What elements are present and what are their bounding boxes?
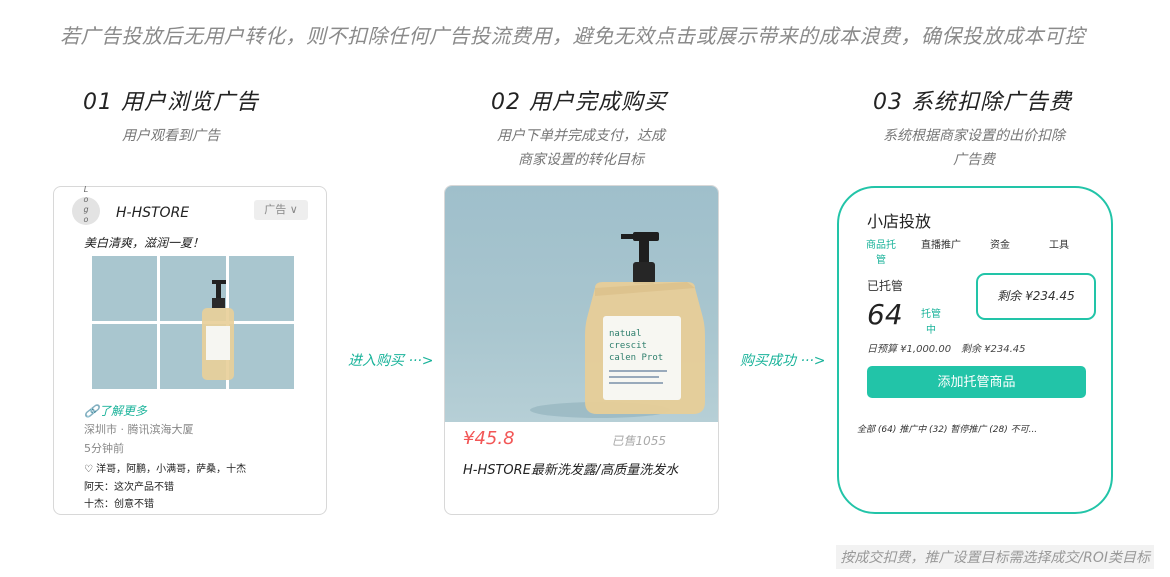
remaining-balance-box: 剩余 ¥234.45 (976, 273, 1096, 320)
tab-funds[interactable]: 资金 (990, 238, 1010, 253)
logo-text: Logo (83, 185, 89, 224)
grid-image-cell (92, 324, 158, 389)
bottle-label-line: natual (609, 329, 642, 339)
shop-title: 小店投放 (867, 212, 932, 231)
managed-status: 托管中 (921, 309, 941, 336)
step-1-subtitle-line: 用户观看到广告 (122, 128, 220, 144)
learn-more-link[interactable]: 🔗了解更多 (84, 402, 147, 419)
product-price: ¥45.8 (463, 428, 515, 449)
product-photo: natual crescit calen Prot (445, 186, 718, 422)
product-name[interactable]: H-HSTORE最新洗发露/高质量洗发水 (463, 459, 678, 478)
grid-image-cell (228, 324, 294, 389)
step-2-title: 02 用户完成购买 (491, 90, 667, 115)
ad-image-grid[interactable] (92, 256, 294, 389)
bottle-label-line: crescit (609, 341, 647, 351)
remaining-balance: 剩余 ¥234.45 (961, 344, 1026, 355)
shampoo-bottle-image: natual crescit calen Prot (530, 232, 705, 418)
bottle-label-line: calen Prot (609, 353, 663, 363)
step-3-subtitle: 系统根据商家设置的出价扣除 广告费 (856, 124, 1092, 172)
ad-likes: ♡ 洋哥，阿鹏，小满哥，萨桑，十杰 (84, 464, 247, 475)
shop-dashboard-card: 小店投放 商品托管 直播推广 资金 工具 已托管 64 托管中 剩余 ¥234.… (837, 186, 1113, 514)
learn-more-label: 了解更多 (98, 404, 147, 418)
step-3-subtitle-line-1: 系统根据商家设置的出价扣除 (883, 128, 1065, 144)
daily-budget: 日预算 ¥1,000.00 (867, 344, 952, 355)
tab-product-managed[interactable]: 商品托管 (865, 238, 897, 268)
bottle-thumbnail-image (202, 280, 234, 380)
bottom-note: 按成交扣费，推广设置目标需选择成交/ROI类目标 (836, 545, 1154, 569)
step-2-subtitle: 用户下单并完成支付，达成 商家设置的转化目标 (463, 124, 699, 172)
step-2-subtitle-line-1: 用户下单并完成支付，达成 (497, 128, 665, 144)
ad-location: 深圳市 · 腾讯滨海大厦 (84, 423, 194, 436)
arrow-purchase-success: 购买成功 ···> (740, 353, 826, 369)
status-filters[interactable]: 全部 (64) 推广中 (32) 暂停推广 (28) 不可... (857, 422, 1037, 435)
grid-image-cell (92, 256, 158, 321)
ad-feed-card[interactable]: Logo H-HSTORE 广告 ∨ 美白清爽，滋润一夏！ 🔗了解更多 深圳市 … (53, 185, 327, 515)
product-card[interactable]: natual crescit calen Prot ¥45.8 已售1055 H… (444, 185, 719, 515)
ad-time: 5分钟前 (84, 442, 124, 455)
grid-image-cell (228, 256, 294, 321)
ad-tag-dropdown[interactable]: 广告 ∨ (254, 200, 308, 220)
arrow-enter-purchase: 进入购买 ···> (348, 353, 434, 369)
step-2-subtitle-line-2: 商家设置的转化目标 (518, 152, 644, 168)
step-1-title: 01 用户浏览广告 (83, 90, 259, 115)
managed-count: 64 (867, 298, 903, 331)
top-description: 若广告投放后无用户转化，则不扣除任何广告投流费用，避免无效点击或展示带来的成本浪… (60, 24, 1085, 48)
ad-slogan: 美白清爽，滋润一夏！ (84, 236, 205, 250)
step-3-title: 03 系统扣除广告费 (873, 90, 1072, 115)
managed-label: 已托管 (867, 279, 904, 293)
sold-count: 已售1055 (611, 434, 666, 448)
ad-comment: 十杰：创意不错 (84, 499, 154, 510)
tab-tools[interactable]: 工具 (1049, 238, 1069, 253)
tab-live-promotion[interactable]: 直播推广 (921, 238, 961, 253)
step-1-subtitle: 用户观看到广告 (53, 124, 289, 148)
link-icon: 🔗 (84, 404, 99, 418)
add-managed-product-button[interactable]: 添加托管商品 (867, 366, 1086, 398)
ad-comment: 阿天：这次产品不错 (84, 482, 174, 493)
step-3-subtitle-line-2: 广告费 (953, 152, 995, 168)
brand-name: H-HSTORE (116, 205, 190, 221)
